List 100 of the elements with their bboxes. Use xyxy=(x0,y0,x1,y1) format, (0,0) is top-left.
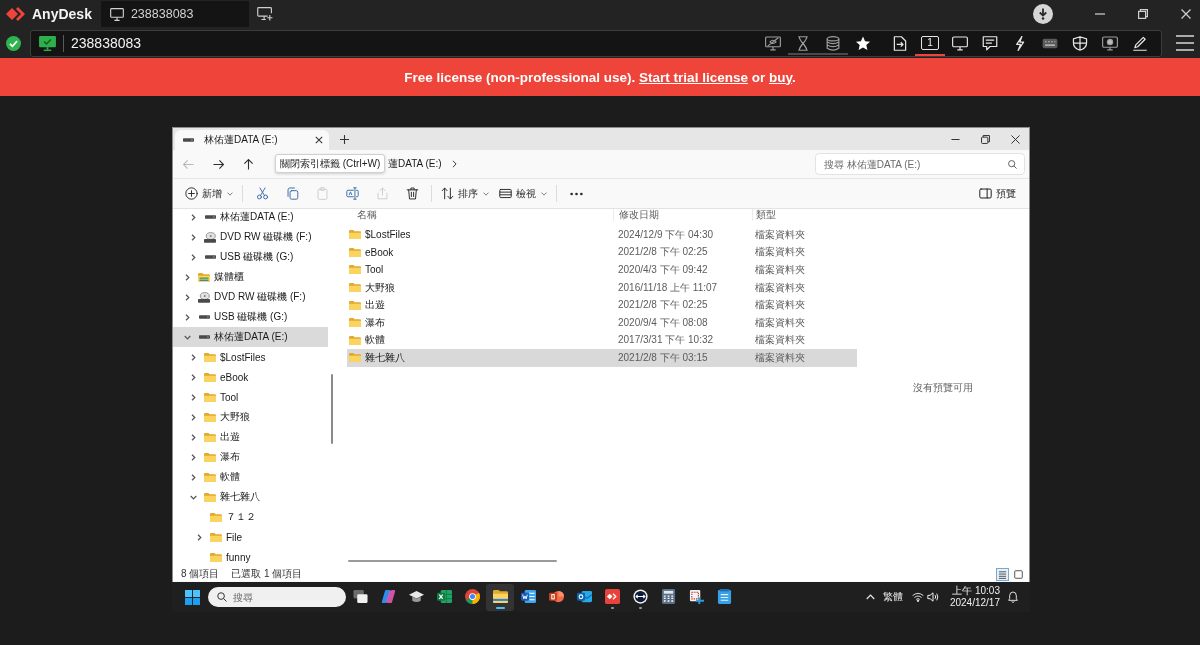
share-icon xyxy=(375,187,389,200)
new-button[interactable]: 新增 xyxy=(180,181,238,206)
chevron-right-icon[interactable] xyxy=(190,233,197,241)
folder-icon xyxy=(349,300,361,310)
nav-tree-item[interactable]: DVD RW 磁碟機 (F:) xyxy=(173,287,328,307)
hourglass-icon[interactable] xyxy=(795,35,811,51)
file-row[interactable]: 軟體 2017/3/31 下午 10:32 檔案資料夾 xyxy=(347,331,857,350)
column-header[interactable]: 修改日期 xyxy=(613,209,752,221)
chevron-right-icon[interactable] xyxy=(190,373,197,381)
file-row[interactable]: 雜七雜八 2021/2/8 下午 03:15 檔案資料夾 xyxy=(347,349,857,367)
nav-tree-item[interactable]: DVD RW 磁碟機 (F:) xyxy=(173,227,328,247)
shield-icon[interactable] xyxy=(1072,35,1088,51)
file-type: 檔案資料夾 xyxy=(755,263,805,277)
nav-tree-item[interactable]: 出遊 xyxy=(173,427,328,447)
buy-link[interactable]: buy xyxy=(768,69,792,85)
input-method[interactable]: 繁體 xyxy=(882,590,903,604)
disc-drive-icon xyxy=(198,291,210,303)
nav-tree-item[interactable]: 林佑蓮DATA (E:) xyxy=(173,209,328,227)
search-field[interactable]: 搜尋 林佑蓮DATA (E:) xyxy=(815,153,1025,175)
file-row[interactable]: eBook 2021/2/8 下午 02:25 檔案資料夾 xyxy=(347,243,857,262)
chevron-right-icon[interactable] xyxy=(190,213,197,221)
nav-tree-item[interactable]: 瀑布 xyxy=(173,447,328,467)
nav-tree-item[interactable]: funny xyxy=(173,547,328,567)
restore-icon[interactable] xyxy=(1138,9,1148,19)
preview-button[interactable]: 預覽 xyxy=(974,181,1021,206)
chevron-right-icon[interactable] xyxy=(451,160,457,168)
vertical-scrollbar[interactable] xyxy=(330,374,333,444)
chevron-right-icon[interactable] xyxy=(184,313,191,321)
database-icon[interactable] xyxy=(825,35,841,51)
file-row[interactable]: 大野狼 2016/11/18 上午 11:07 檔案資料夾 xyxy=(347,278,857,297)
item-count: 8 個項目 xyxy=(181,567,220,581)
nav-tree-item[interactable]: USB 磁碟機 (G:) xyxy=(173,247,328,267)
menu-icon[interactable] xyxy=(1176,35,1194,51)
search-input[interactable]: 搜尋 林佑蓮DATA (E:) xyxy=(824,158,1008,170)
browser-icon xyxy=(464,588,480,604)
chevron-right-icon[interactable] xyxy=(190,453,197,461)
chevron-right-icon[interactable] xyxy=(196,533,203,541)
nav-tree-item[interactable]: ７１２ xyxy=(173,507,328,527)
file-row[interactable]: 出遊 2021/2/8 下午 02:25 檔案資料夾 xyxy=(347,296,857,314)
chevron-right-icon[interactable] xyxy=(190,413,197,421)
breadcrumb-item[interactable]: 蓮DATA (E:) xyxy=(388,157,442,171)
nav-tree-item[interactable]: 媒體櫃 xyxy=(173,267,328,287)
file-arrow-icon[interactable] xyxy=(892,35,908,51)
chevron-down-icon[interactable] xyxy=(184,333,191,341)
chevron-right-icon[interactable] xyxy=(190,433,197,441)
address-input[interactable]: 238838083 xyxy=(71,35,191,51)
monitor-plus-icon[interactable] xyxy=(256,7,273,21)
taskbar-app-button[interactable] xyxy=(486,583,514,611)
wifi-icon[interactable] xyxy=(911,592,924,602)
chevron-right-icon[interactable] xyxy=(190,473,197,481)
nav-tree-item[interactable]: Tool xyxy=(173,387,328,407)
nav-tree-item[interactable]: 軟體 xyxy=(173,467,328,487)
file-name: 軟體 xyxy=(365,333,385,348)
chevron-down-icon[interactable] xyxy=(190,493,197,501)
download-circle-icon[interactable] xyxy=(1033,4,1053,24)
explorer-tab[interactable]: 林佑蓮DATA (E:) xyxy=(175,130,329,150)
taskbar-search-input[interactable]: 搜尋 xyxy=(233,591,346,603)
maximize-icon[interactable] xyxy=(981,135,990,144)
nav-tree-item[interactable]: 雜七雜八 xyxy=(173,487,328,507)
close-icon[interactable] xyxy=(315,136,323,144)
file-row[interactable]: $LostFiles 2024/12/9 下午 04:30 檔案資料夾 xyxy=(347,226,857,244)
pen-icon[interactable] xyxy=(1132,35,1148,51)
sort-button[interactable]: 排序 xyxy=(436,181,494,206)
file-row[interactable]: Tool 2020/4/3 下午 09:42 檔案資料夾 xyxy=(347,261,857,279)
mail-app-icon xyxy=(576,588,592,604)
column-header[interactable]: 名稱 xyxy=(347,209,613,221)
taskbar-search-field[interactable]: 搜尋 xyxy=(208,587,346,607)
chevron-right-icon[interactable] xyxy=(190,253,197,261)
chevron-right-icon[interactable] xyxy=(184,273,191,281)
nav-tree-item[interactable]: 大野狼 xyxy=(173,407,328,427)
file-type: 檔案資料夾 xyxy=(755,245,805,260)
nav-tree-item[interactable]: File xyxy=(173,527,328,547)
nav-tree-item[interactable]: 林佑蓮DATA (E:) xyxy=(173,327,328,347)
chevron-right-icon[interactable] xyxy=(190,393,197,401)
bell-icon[interactable] xyxy=(1008,591,1018,603)
chevron-up-icon[interactable] xyxy=(865,594,875,600)
session-tab[interactable]: 238838083 xyxy=(100,1,249,27)
nav-tree-item[interactable]: USB 磁碟機 (G:) xyxy=(173,307,328,327)
horizontal-scrollbar[interactable] xyxy=(348,560,557,562)
view-button[interactable]: 檢視 xyxy=(494,181,552,206)
chat-icon[interactable] xyxy=(982,35,998,51)
file-row[interactable]: 瀑布 2020/9/4 下午 08:08 檔案資料夾 xyxy=(347,313,857,332)
chevron-right-icon[interactable] xyxy=(190,353,197,361)
monitor-icon[interactable] xyxy=(952,35,968,51)
start-trial-link[interactable]: Start trial license xyxy=(639,69,748,85)
nav-tree-item[interactable]: $LostFiles xyxy=(173,347,328,367)
close-icon[interactable] xyxy=(1011,135,1020,144)
list-view-icon xyxy=(499,187,512,200)
speaker-icon[interactable] xyxy=(926,592,939,602)
details-view-button[interactable] xyxy=(996,567,1009,581)
chevron-right-icon[interactable] xyxy=(184,293,191,301)
column-header[interactable]: 類型 xyxy=(752,209,857,221)
file-type: 檔案資料夾 xyxy=(755,333,805,348)
nav-tree-item[interactable]: eBook xyxy=(173,367,328,387)
tiles-view-button[interactable] xyxy=(1012,567,1025,581)
plus-icon[interactable] xyxy=(340,135,349,144)
star-icon[interactable] xyxy=(855,35,871,51)
display-switch-button[interactable]: 1 xyxy=(915,30,945,56)
file-name: $LostFiles xyxy=(365,229,411,241)
monitor-slash-icon[interactable] xyxy=(765,35,781,51)
